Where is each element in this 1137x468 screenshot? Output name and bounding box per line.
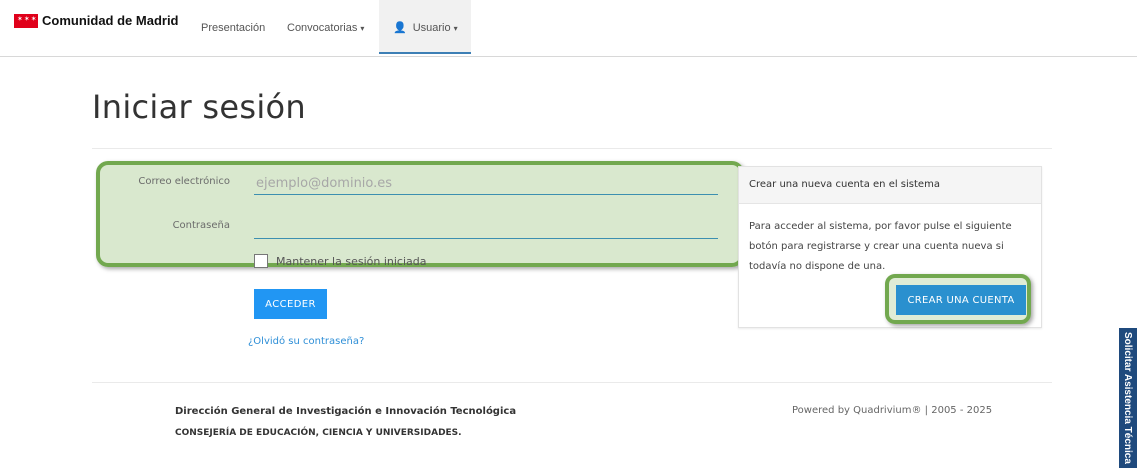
forgot-password-link[interactable]: ¿Olvidó su contraseña? xyxy=(248,336,364,347)
create-account-button[interactable]: CREAR UNA CUENTA xyxy=(896,285,1026,315)
powered-by: Powered by Quadrivium® | 2005 - 2025 xyxy=(792,405,993,416)
acceder-button[interactable]: ACCEDER xyxy=(254,289,327,319)
footer-organization: Dirección General de Investigación e Inn… xyxy=(175,406,517,417)
nav-item-presentacion[interactable]: Presentación xyxy=(201,0,265,56)
nav-item-usuario[interactable]: 👤 Usuario ▾ xyxy=(379,0,471,54)
caret-down-icon: ▾ xyxy=(453,24,458,33)
email-input[interactable] xyxy=(254,172,718,195)
caret-down-icon: ▾ xyxy=(360,24,365,33)
nav-item-convocatorias[interactable]: Convocatorias ▾ xyxy=(287,0,364,56)
nav-item-label: Presentación xyxy=(201,22,266,34)
page-title: Iniciar sesión xyxy=(92,88,307,126)
register-panel-header: Crear una nueva cuenta en el sistema xyxy=(739,167,1041,204)
password-input[interactable] xyxy=(254,216,718,239)
brand-name: Comunidad de Madrid xyxy=(42,13,179,28)
footer-ministry: CONSEJERÍA DE EDUCACIÓN, CIENCIA Y UNIVE… xyxy=(175,428,462,438)
nav-item-label: Convocatorias xyxy=(287,22,358,34)
user-icon: 👤 xyxy=(393,22,407,34)
technical-support-tab[interactable]: Solicitar Asistencia Técnica xyxy=(1119,328,1137,468)
brand-logo[interactable]: ✶✶✶ Comunidad de Madrid xyxy=(14,13,179,28)
password-label: Contraseña xyxy=(172,220,230,231)
madrid-flag-icon: ✶✶✶ xyxy=(14,13,38,28)
top-navbar: ✶✶✶ Comunidad de Madrid Presentación Con… xyxy=(0,0,1137,57)
register-panel-title: Crear una nueva cuenta en el sistema xyxy=(749,179,940,190)
divider xyxy=(92,148,1052,149)
nav-item-label: Usuario xyxy=(412,22,451,34)
remember-session-label: Mantener la sesión iniciada xyxy=(276,254,427,268)
remember-session-row[interactable]: Mantener la sesión iniciada xyxy=(254,254,426,268)
remember-session-checkbox[interactable] xyxy=(254,254,268,268)
email-label: Correo electrónico xyxy=(138,176,230,187)
footer-divider xyxy=(92,382,1052,383)
register-panel-text: Para acceder al sistema, por favor pulse… xyxy=(749,221,1012,272)
technical-support-label: Solicitar Asistencia Técnica xyxy=(1122,332,1133,464)
